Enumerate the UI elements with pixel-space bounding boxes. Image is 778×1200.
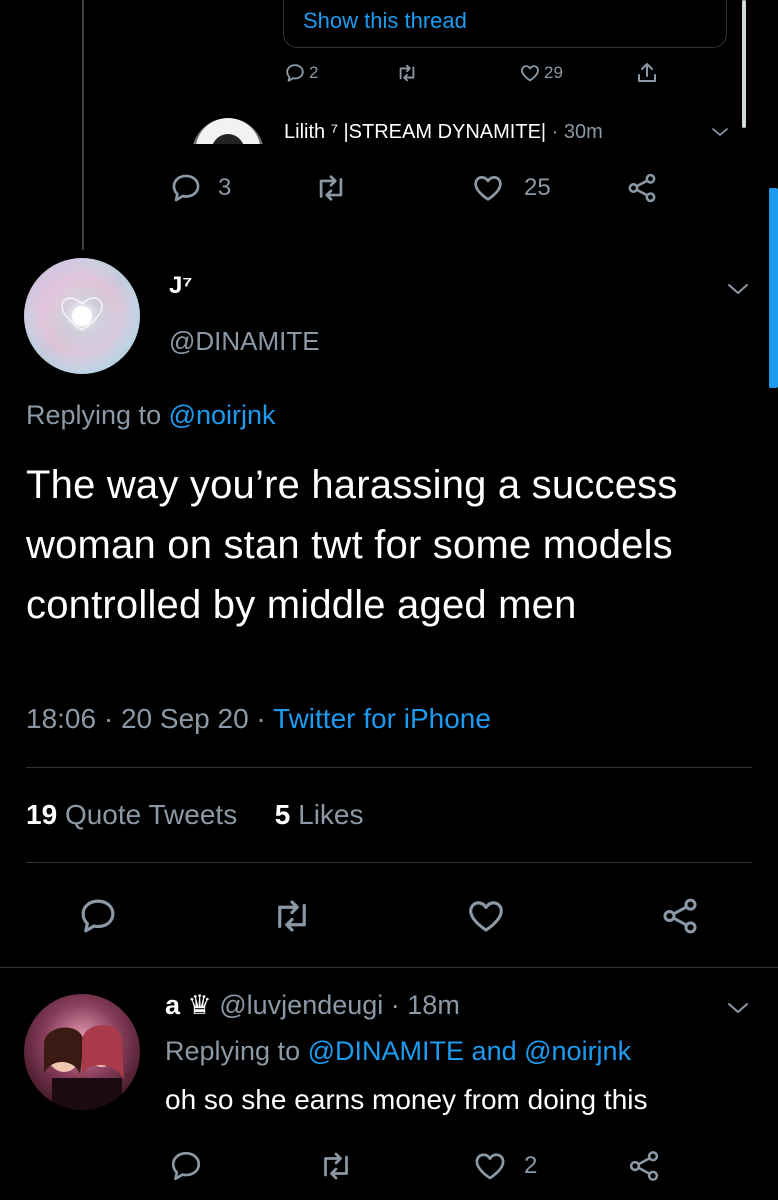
display-name[interactable]: J⁷ <box>169 272 192 300</box>
mini-reply-count: 2 <box>309 63 319 82</box>
quote-tweets-link[interactable]: 19 Quote Tweets <box>26 799 237 830</box>
quote-label: Quote Tweets <box>64 799 238 830</box>
next-tweet-header: Lilith ⁷ |STREAM DYNAMITE| · 30m <box>284 121 603 144</box>
tweet-text: The way you’re harassing a success woman… <box>26 463 678 627</box>
reply-button[interactable] <box>76 895 120 937</box>
mini-avatar[interactable] <box>192 118 264 144</box>
reply-icon <box>171 1151 201 1181</box>
avatar[interactable] <box>24 258 140 374</box>
replying-to-mention[interactable]: @noirjnk <box>169 400 276 430</box>
parent-like-button[interactable]: 25 <box>470 171 551 205</box>
reply-like-count: 2 <box>524 1152 538 1179</box>
reply-replying-to: Replying to @DINAMITE and @noirjnk <box>165 1036 631 1067</box>
parent-reply-button[interactable]: 3 <box>168 171 231 205</box>
reply-icon <box>81 899 115 933</box>
share-icon <box>638 63 656 82</box>
tweet-time: 18:06 <box>26 703 97 734</box>
heart-icon <box>475 1153 505 1180</box>
mini-more-chevron-icon[interactable] <box>709 124 731 140</box>
mini-retweet-button[interactable] <box>395 62 419 84</box>
heart-icon <box>521 65 539 82</box>
divider <box>26 767 752 768</box>
meta-dot: · <box>103 703 114 734</box>
reply-icon <box>286 64 304 82</box>
replying-to-line: Replying to @noirjnk <box>26 400 276 431</box>
reply-retweet-button[interactable] <box>316 1148 356 1184</box>
tweet-meta: 18:06 · 20 Sep 20 · Twitter for iPhone <box>26 703 491 735</box>
engagement-stats: 19 Quote Tweets 5 Likes <box>26 799 364 831</box>
retweet-icon <box>324 1152 348 1180</box>
reply-share-button[interactable] <box>624 1148 664 1184</box>
tweet-date: 20 Sep 20 <box>120 703 249 734</box>
tweet-source-link[interactable]: Twitter for iPhone <box>273 703 491 734</box>
heart-icon <box>474 176 502 201</box>
share-icon <box>663 898 697 934</box>
replying-to-prefix: Replying to <box>26 400 162 430</box>
like-button[interactable] <box>464 895 508 937</box>
likes-link[interactable]: 5 Likes <box>275 799 364 830</box>
reply-avatar[interactable] <box>24 994 140 1110</box>
parent-like-count: 25 <box>524 174 551 201</box>
reply-and-word: and <box>471 1036 517 1066</box>
reply-display-name[interactable]: a ♛ <box>165 990 212 1020</box>
show-thread-link[interactable]: Show this thread <box>303 8 467 34</box>
username-handle[interactable]: @DINAMITE <box>169 326 320 357</box>
retweet-icon <box>319 175 343 201</box>
next-tweet-time: · 30m <box>551 121 603 143</box>
reply-icon <box>172 174 200 202</box>
reply-tweet-text: oh so she earns money from doing this <box>165 1084 648 1115</box>
reply-like-button[interactable]: 2 <box>470 1148 537 1184</box>
parent-share-button[interactable] <box>624 171 660 205</box>
share-icon <box>629 1151 659 1181</box>
meta-dot: · <box>256 703 266 734</box>
like-count: 5 <box>274 799 291 830</box>
reply-options-chevron-icon[interactable] <box>722 998 754 1018</box>
share-icon <box>628 173 656 203</box>
heart-icon <box>469 901 503 932</box>
section-divider <box>0 967 778 968</box>
mini-like-count: 29 <box>544 63 563 82</box>
mini-like-button[interactable]: 29 <box>519 62 563 84</box>
reply-mention-2[interactable]: @noirjnk <box>524 1036 631 1066</box>
thread-line-top <box>82 0 84 250</box>
parent-retweet-button[interactable] <box>313 171 349 205</box>
retweet-icon <box>278 900 306 932</box>
reply-replying-prefix: Replying to <box>165 1036 301 1066</box>
embedded-scrollbar[interactable] <box>742 0 746 128</box>
reply-header: a ♛ @luvjendeugi · 18m <box>165 990 460 1021</box>
share-button[interactable] <box>658 895 702 937</box>
tweet-options-chevron-icon[interactable] <box>722 279 754 299</box>
mini-share-button[interactable] <box>635 61 659 85</box>
parent-reply-count: 3 <box>218 174 232 201</box>
quote-count: 19 <box>26 799 58 830</box>
reply-reply-button[interactable] <box>166 1148 206 1184</box>
retweet-button[interactable] <box>270 895 314 937</box>
reply-mention-1[interactable]: @DINAMITE <box>308 1036 464 1066</box>
likes-label: Likes <box>298 799 364 830</box>
next-tweet-username: Lilith ⁷ |STREAM DYNAMITE| <box>284 121 547 143</box>
page-scrollbar-thumb[interactable] <box>769 188 778 388</box>
divider <box>26 862 752 863</box>
mini-reply-button[interactable]: 2 <box>284 62 318 84</box>
retweet-icon <box>399 64 415 82</box>
reply-time: · 18m <box>390 990 460 1020</box>
reply-handle[interactable]: @luvjendeugi <box>219 990 383 1020</box>
